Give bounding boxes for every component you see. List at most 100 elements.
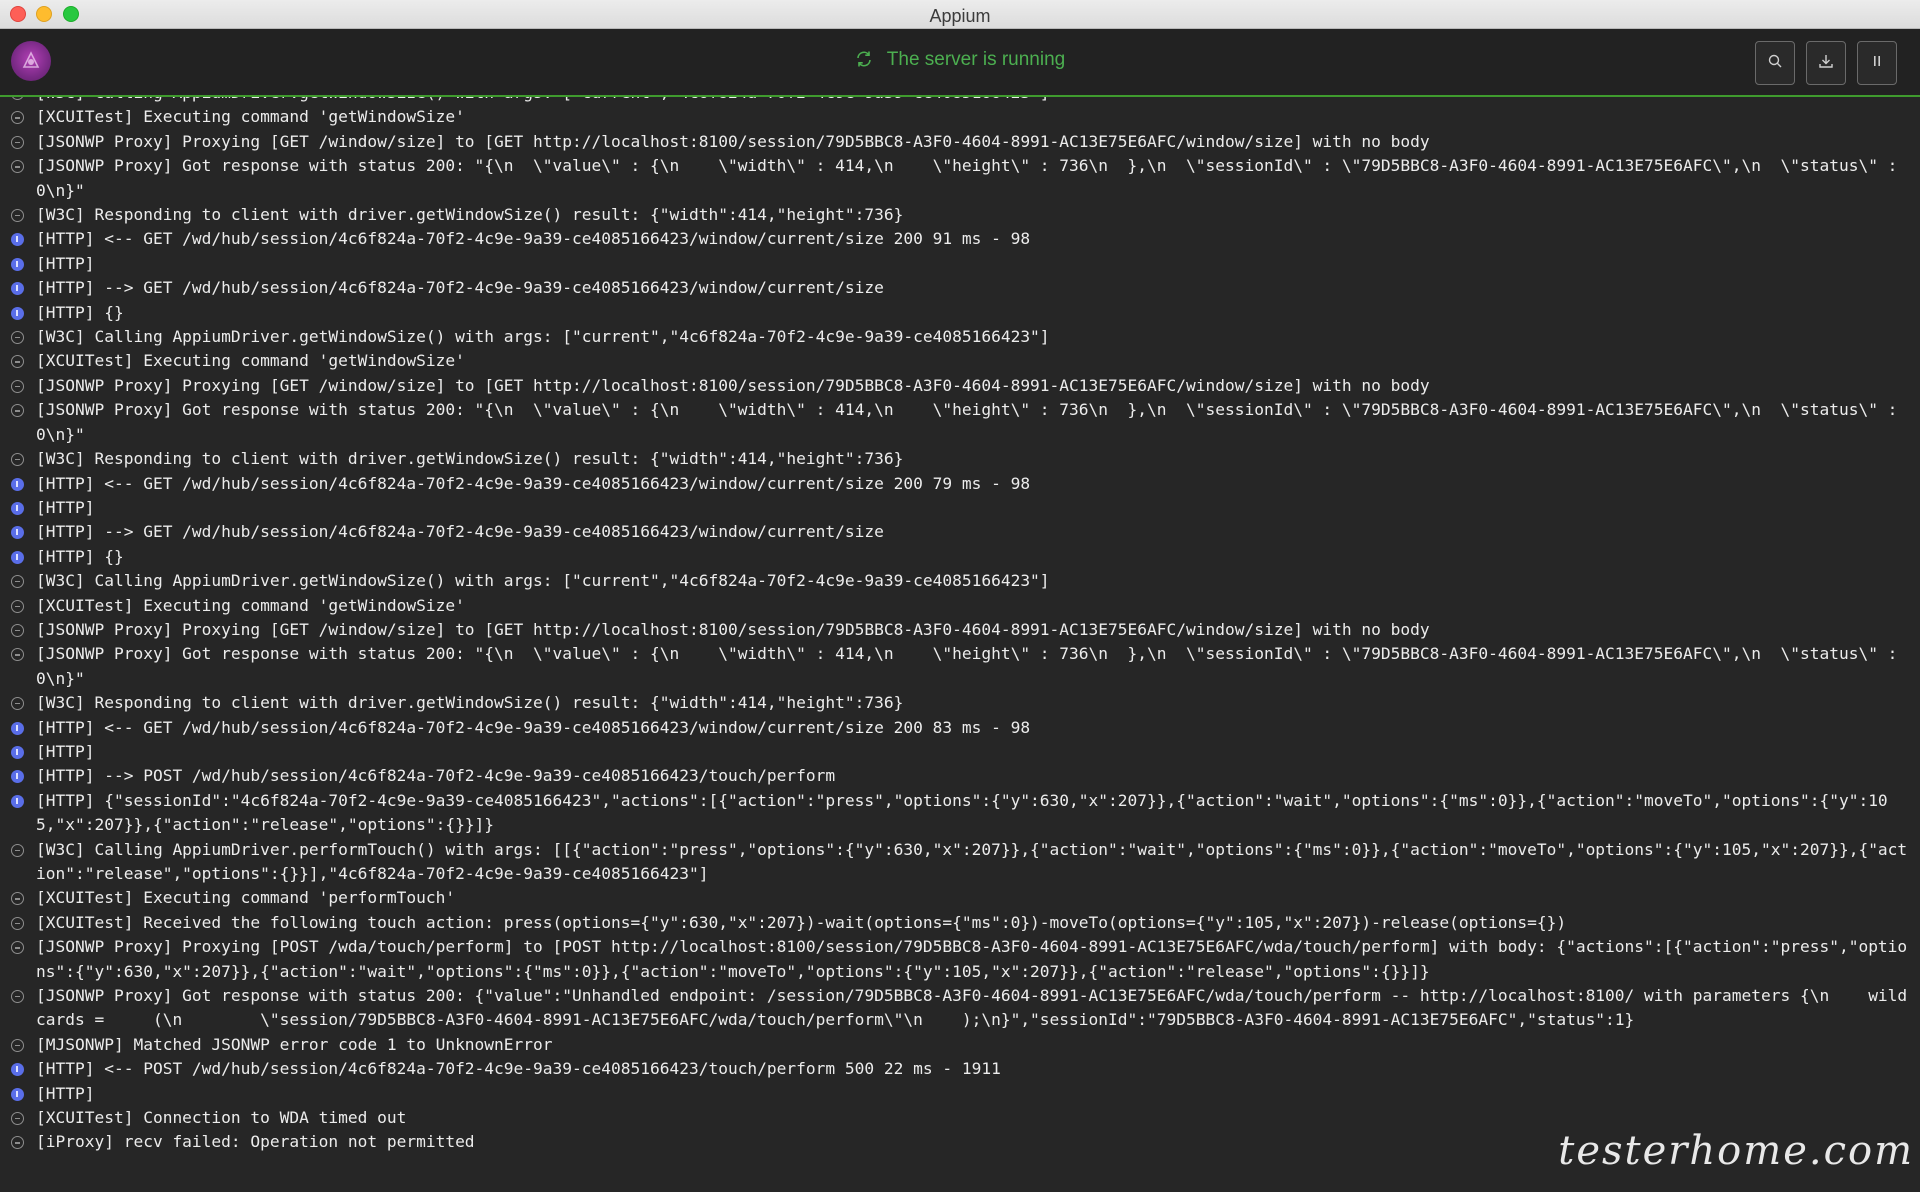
log-line-text: [W3C] Calling AppiumDriver.getWindowSize… [36,327,1050,347]
log-line: [JSONWP Proxy] Proxying [GET /window/siz… [0,374,1920,398]
debug-icon [11,453,24,467]
log-line: [HTTP] {} [0,301,1920,325]
debug-icon [11,1112,24,1126]
log-line: [W3C] Responding to client with driver.g… [0,691,1920,715]
info-icon [11,306,24,320]
search-icon [1767,53,1783,74]
log-line: [MJSONWP] Matched JSONWP error code 1 to… [0,1033,1920,1057]
info-icon [11,794,24,808]
log-line-text: [MJSONWP] Matched JSONWP error code 1 to… [36,1034,553,1054]
log-line-text: [HTTP] [36,1083,95,1103]
pause-icon [1869,53,1885,74]
log-line: [JSONWP Proxy] Got response with status … [0,154,1920,203]
log-line-text: [HTTP] <-- POST /wd/hub/session/4c6f824a… [36,1059,1001,1079]
debug-icon [11,209,24,223]
log-line: [HTTP] [0,1082,1920,1106]
log-line-text: [HTTP] <-- GET /wd/hub/session/4c6f824a-… [36,473,1031,493]
log-line-text: [XCUITest] Connection to WDA timed out [36,1108,407,1128]
log-line: [HTTP] <-- GET /wd/hub/session/4c6f824a-… [0,227,1920,251]
info-icon [11,745,24,759]
debug-icon [11,916,24,930]
log-line: [HTTP] [0,496,1920,520]
info-icon [11,282,24,296]
debug-icon [11,135,24,149]
info-icon [11,257,24,271]
log-line: [W3C] Calling AppiumDriver.performTouch(… [0,838,1920,887]
window-title: Appium [929,6,991,26]
debug-icon [11,331,24,345]
debug-icon [11,990,24,1004]
log-line: [XCUITest] Connection to WDA timed out [0,1106,1920,1130]
log-line: [JSONWP Proxy] Got response with status … [0,398,1920,447]
log-line-text: [HTTP] {} [36,546,124,566]
debug-icon [11,1038,24,1052]
log-line-text: [HTTP] --> GET /wd/hub/session/4c6f824a-… [36,522,884,542]
log-line: [XCUITest] Executing command 'performTou… [0,886,1920,910]
log-line-text: [JSONWP Proxy] Got response with status … [36,156,1908,200]
log-line-text: [JSONWP Proxy] Got response with status … [36,400,1908,444]
log-line-text: [W3C] Responding to client with driver.g… [36,205,904,225]
debug-icon [11,111,24,125]
server-log[interactable]: [W3C] Calling AppiumDriver.getWindowSize… [0,97,1920,1192]
info-icon [11,526,24,540]
log-line-text: [W3C] Responding to client with driver.g… [36,693,904,713]
log-line-text: [XCUITest] Executing command 'getWindowS… [36,351,465,371]
debug-icon [11,97,24,100]
log-line: [HTTP] {"sessionId":"4c6f824a-70f2-4c9e-… [0,789,1920,838]
info-icon [11,1087,24,1101]
download-icon [1818,53,1834,74]
log-line: [JSONWP Proxy] Proxying [GET /window/siz… [0,618,1920,642]
log-line: [HTTP] --> GET /wd/hub/session/4c6f824a-… [0,520,1920,544]
log-line: [HTTP] [0,252,1920,276]
debug-icon [11,648,24,662]
log-line-text: [W3C] Calling AppiumDriver.performTouch(… [36,839,1908,883]
debug-icon [11,623,24,637]
log-line: [XCUITest] Executing command 'getWindowS… [0,349,1920,373]
log-line: [XCUITest] Received the following touch … [0,911,1920,935]
info-icon [11,477,24,491]
info-icon [11,721,24,735]
log-line-text: [HTTP] --> POST /wd/hub/session/4c6f824a… [36,766,836,786]
log-line: [W3C] Calling AppiumDriver.getWindowSize… [0,569,1920,593]
debug-icon [11,160,24,174]
log-line-text: [W3C] Calling AppiumDriver.getWindowSize… [36,571,1050,591]
log-line: [HTTP] {} [0,545,1920,569]
log-line-text: [JSONWP Proxy] Proxying [GET /window/siz… [36,619,1430,639]
debug-icon [11,892,24,906]
download-logs-button[interactable] [1806,41,1846,85]
debug-icon [11,379,24,393]
debug-icon [11,843,24,857]
log-line-text: [HTTP] --> GET /wd/hub/session/4c6f824a-… [36,278,884,298]
log-line-text: [XCUITest] Received the following touch … [36,912,1567,932]
log-line-text: [W3C] Responding to client with driver.g… [36,449,904,469]
log-line-text: [HTTP] [36,741,95,761]
pause-server-button[interactable] [1857,41,1897,85]
log-line-text: [HTTP] <-- GET /wd/hub/session/4c6f824a-… [36,717,1031,737]
log-line-text: [HTTP] [36,497,95,517]
log-line-text: [HTTP] <-- GET /wd/hub/session/4c6f824a-… [36,229,1031,249]
debug-icon [11,599,24,613]
log-line-text: [HTTP] {"sessionId":"4c6f824a-70f2-4c9e-… [36,790,1888,835]
debug-icon [11,697,24,711]
server-status: The server is running [0,49,1920,74]
log-line: [W3C] Calling AppiumDriver.getWindowSize… [0,97,1920,105]
search-logs-button[interactable] [1755,41,1795,85]
log-line: [HTTP] <-- GET /wd/hub/session/4c6f824a-… [0,716,1920,740]
log-line-text: [XCUITest] Executing command 'getWindowS… [36,107,465,127]
window-titlebar: Appium [0,0,1920,29]
watermark: testerhome.com [1558,1128,1914,1174]
debug-icon [11,1136,24,1150]
info-icon [11,550,24,564]
log-line-text: [JSONWP Proxy] Proxying [GET /window/siz… [36,375,1430,395]
debug-icon [11,941,24,955]
log-line: [W3C] Responding to client with driver.g… [0,447,1920,471]
log-line-text: [iProxy] recv failed: Operation not perm… [36,1132,475,1152]
debug-icon [11,355,24,369]
log-line: [JSONWP Proxy] Proxying [GET /window/siz… [0,130,1920,154]
log-line-text: [W3C] Calling AppiumDriver.getWindowSize… [36,97,1050,102]
log-line: [JSONWP Proxy] Got response with status … [0,642,1920,691]
info-icon [11,233,24,247]
log-line: [XCUITest] Executing command 'getWindowS… [0,594,1920,618]
log-line-text: [HTTP] [36,253,95,273]
log-line: [JSONWP Proxy] Proxying [POST /wda/touch… [0,935,1920,984]
